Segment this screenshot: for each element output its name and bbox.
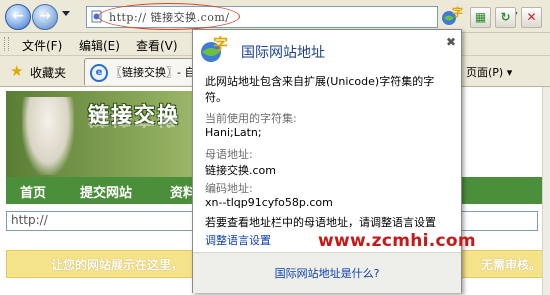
stop-icon[interactable]: ✕ [521, 7, 542, 28]
menu-file[interactable]: 文件(F) [22, 37, 62, 54]
idn-popup: 字 国际网站地址 ✖ 此网站地址包含来自扩展(Unicode)字符集的字符。 当… [192, 29, 462, 293]
site-nav-home[interactable]: 首页 [20, 182, 46, 201]
what-is-idn-link[interactable]: 国际网站地址是什么? [193, 265, 461, 281]
svg-text:字: 字 [213, 35, 228, 53]
popup-footer: 国际网站地址是什么? [193, 252, 461, 293]
watermark: www.zcmhi.com [318, 231, 476, 251]
favorites-button[interactable]: 收藏夹 [30, 64, 66, 81]
menu-grip [4, 37, 9, 51]
page-icon [91, 10, 102, 23]
idn-indicator-icon[interactable]: 字 [441, 5, 463, 27]
popup-title: 国际网站地址 [241, 45, 325, 61]
promo-tail-text: 无需审核。 [481, 258, 542, 272]
native-address-value: 链接交换.com [205, 164, 276, 177]
menu-view[interactable]: 查看(V) [136, 37, 178, 54]
encoded-address-label: 编码地址: [205, 182, 253, 195]
language-hint: 若要查看地址栏中的母语地址，请调整语言设置 [205, 216, 436, 229]
address-bar[interactable]: http:// 链接交换.com/ ▼ [86, 6, 517, 28]
close-icon[interactable]: ✖ [446, 35, 456, 49]
promo-text: 让您的网站展示在这里， [51, 258, 184, 272]
adjust-language-link[interactable]: 调整语言设置 [205, 232, 271, 248]
tab-title[interactable]: 〖链接交换〗- 自 [111, 64, 195, 80]
idn-globe-icon: 字 [201, 35, 228, 62]
menu-edit[interactable]: 编辑(E) [79, 37, 120, 54]
popup-description: 此网站地址包含来自扩展(Unicode)字符集的字符。 [205, 75, 435, 104]
encoded-address-value: xn--tlqp91cyfo58p.com [205, 196, 333, 209]
ie-icon: e [90, 64, 108, 82]
charset-label: 当前使用的字符集: [205, 112, 297, 125]
svg-text:字: 字 [452, 5, 463, 19]
native-address-label: 母语地址: [205, 148, 253, 161]
banner-title-reflection: 链接交换 [88, 111, 180, 129]
banner-photo [22, 97, 74, 175]
forward-arrow-icon[interactable]: → [32, 4, 58, 30]
page-scrollbar[interactable] [542, 87, 550, 295]
site-nav-submit[interactable]: 提交网站 [80, 182, 132, 201]
address-url[interactable]: http:// 链接交换.com/ [109, 9, 230, 25]
recent-pages-dropdown-icon[interactable] [62, 11, 70, 16]
refresh-icon[interactable]: ↻ [495, 7, 516, 28]
compatibility-icon[interactable]: ▦ [470, 7, 491, 28]
favorites-star-icon[interactable]: ★ [10, 62, 23, 80]
browser-tab[interactable]: e 〖链接交换〗- 自 [84, 58, 195, 85]
site-url-input-value: http:// [11, 213, 48, 227]
page-menu-button[interactable]: 页面(P) ▾ [466, 64, 512, 80]
charset-value: Hani;Latn; [205, 126, 262, 139]
back-arrow-icon[interactable]: ← [5, 4, 31, 30]
